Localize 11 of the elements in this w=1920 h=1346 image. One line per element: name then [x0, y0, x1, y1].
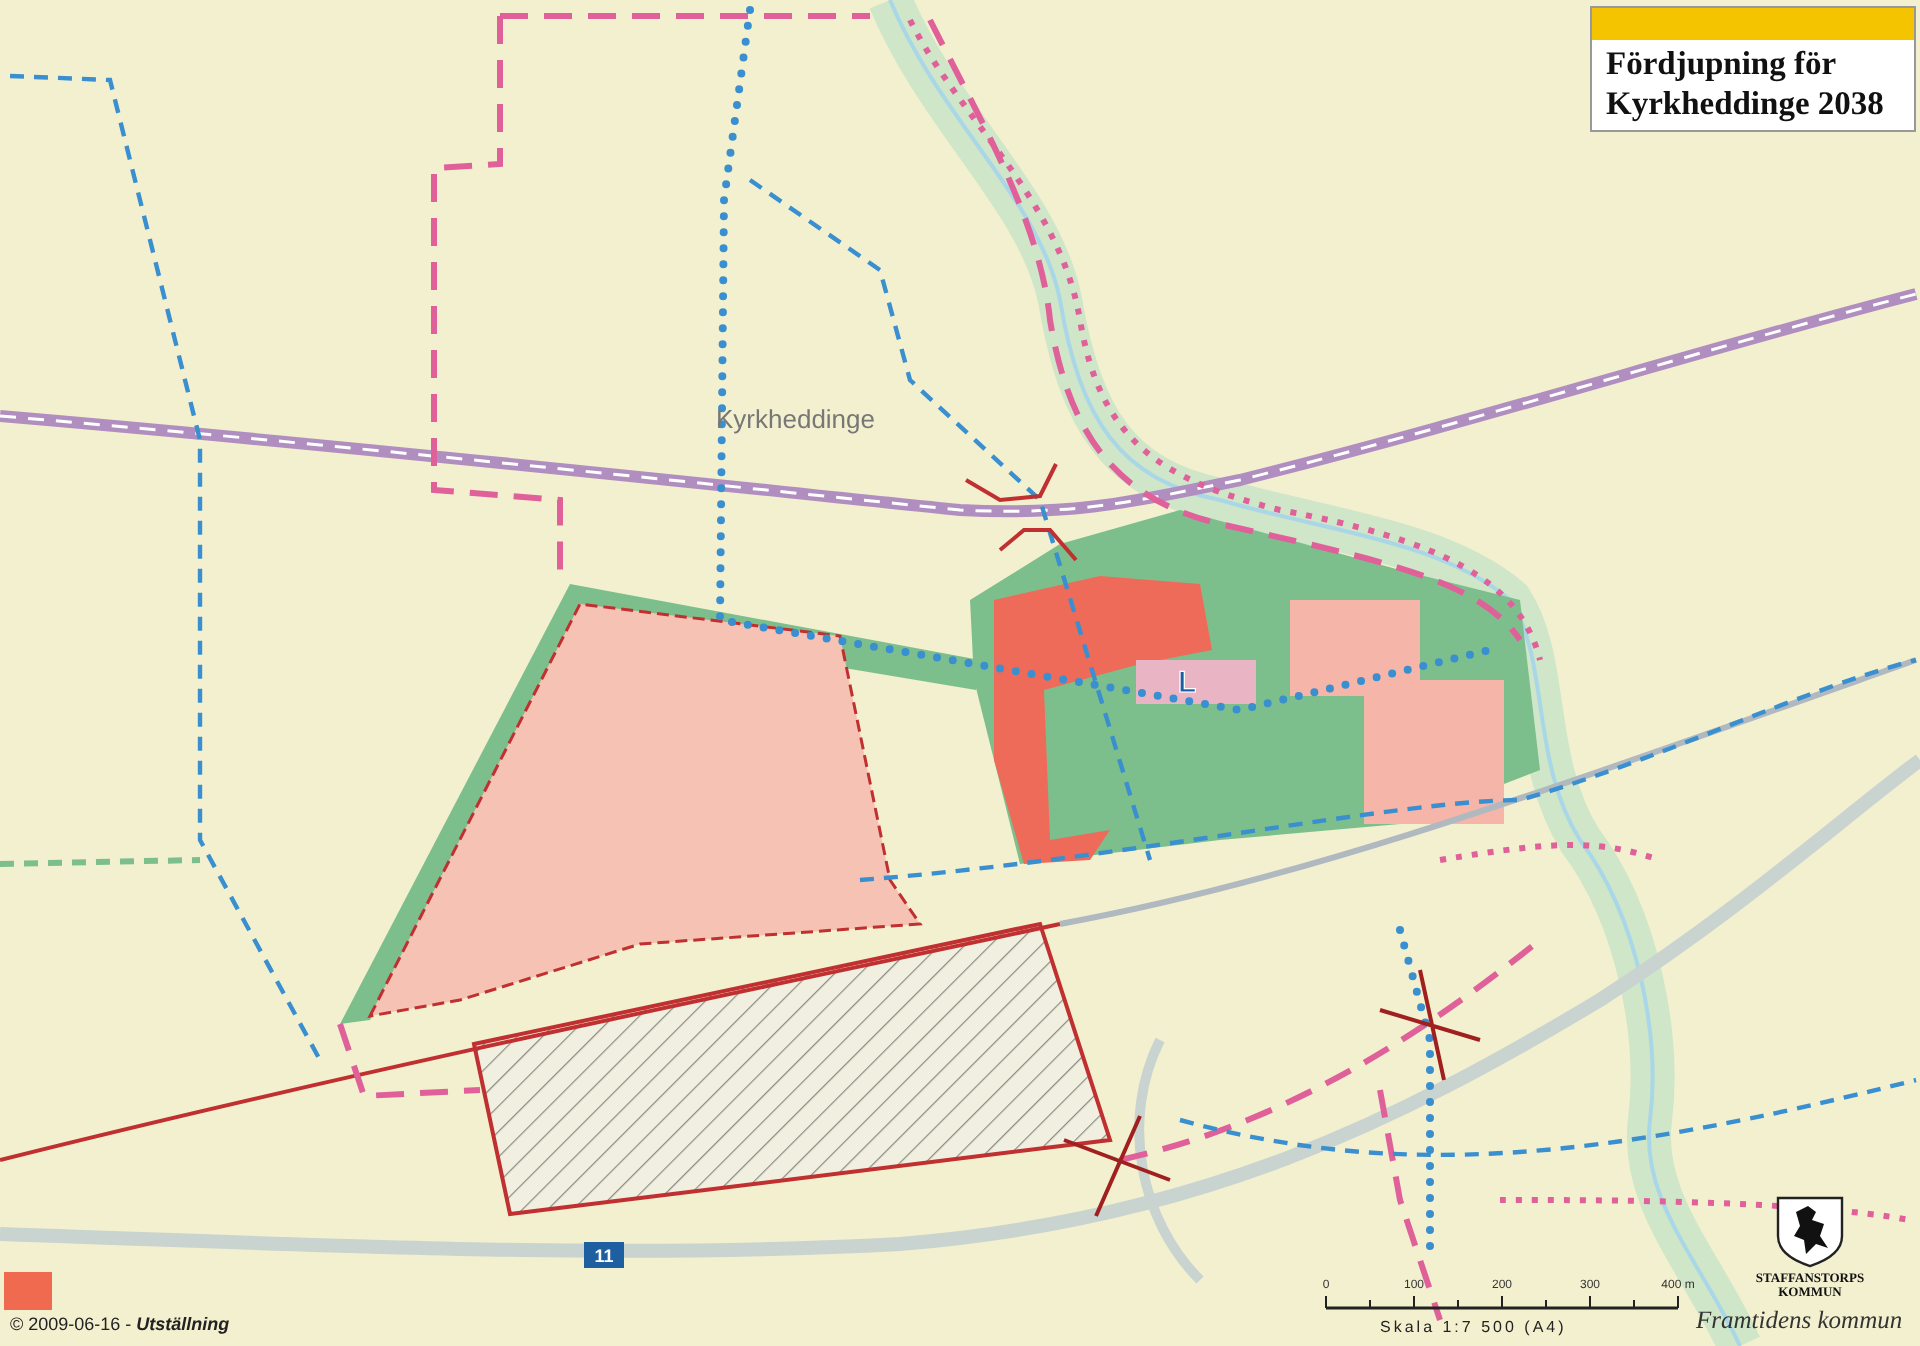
- legend-swatch: [4, 1272, 52, 1310]
- boundary-line: [337, 1023, 481, 1100]
- scale-caption: Skala 1:7 500 (A4): [1380, 1318, 1567, 1336]
- map-title: Fördjupning för: [1604, 44, 1839, 84]
- road-sign: 11: [584, 1242, 624, 1268]
- place-label: Kyrkheddinge: [716, 404, 875, 434]
- municipality-tagline: Framtidens kommun: [1696, 1306, 1903, 1336]
- zone-marker: L: [1178, 666, 1197, 700]
- coat-of-arms-icon: [1776, 1196, 1844, 1268]
- map-title: Kyrkheddinge 2038: [1604, 84, 1886, 124]
- footer-text: © 2009-06-16 - Utställning: [10, 1314, 230, 1334]
